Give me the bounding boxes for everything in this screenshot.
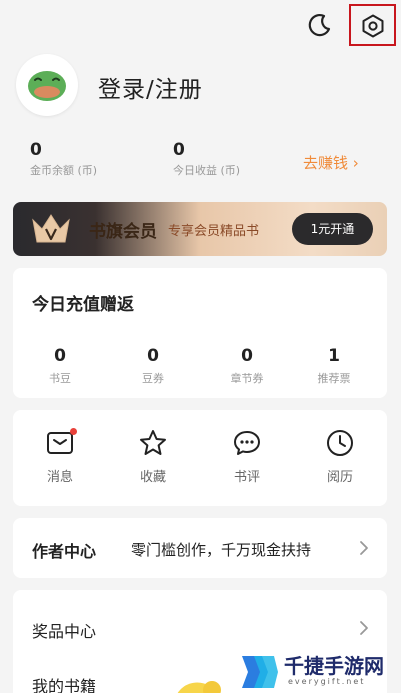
- recommend-tickets-item[interactable]: 1 推荐票: [304, 346, 364, 386]
- recharge-title: 今日充值赠返: [32, 295, 134, 315]
- bean-coupons-label: 豆券: [142, 372, 164, 385]
- comment-icon: [234, 431, 260, 455]
- book-reviews-button[interactable]: 书评: [217, 428, 277, 485]
- crown-icon: [31, 212, 71, 250]
- vip-subtitle: 专享会员精品书: [168, 224, 260, 239]
- author-center-title: 作者中心: [32, 542, 97, 561]
- favorites-button[interactable]: 收藏: [123, 428, 183, 485]
- my-books-item[interactable]: 我的书籍: [32, 673, 96, 693]
- chapter-coupons-item[interactable]: 0 章节券: [217, 346, 277, 386]
- coin-balance-label: 金币余额 (币): [30, 164, 98, 177]
- avatar[interactable]: [16, 54, 78, 116]
- reading-history-label: 阅历: [326, 470, 353, 485]
- vip-banner[interactable]: 书旗会员 专享会员精品书 1元开通: [13, 202, 387, 256]
- login-register-link[interactable]: 登录/注册: [98, 70, 203, 104]
- book-beans-item[interactable]: 0 书豆: [30, 346, 90, 386]
- favorites-label: 收藏: [139, 470, 166, 485]
- recommend-tickets-label: 推荐票: [317, 372, 351, 385]
- coin-balance[interactable]: 0 金币余额 (币): [30, 140, 97, 178]
- notification-dot: [70, 428, 77, 435]
- messages-button[interactable]: 消息: [30, 428, 90, 485]
- prize-center-item[interactable]: 奖品中心: [32, 618, 96, 642]
- reading-history-button[interactable]: 阅历: [310, 428, 370, 485]
- settings-icon: [362, 14, 384, 38]
- bean-coupons-value: 0: [147, 346, 159, 366]
- author-center-desc: 零门槛创作，千万现金扶持: [131, 541, 312, 559]
- vip-open-button[interactable]: 1元开通: [292, 213, 373, 245]
- chapter-coupons-label: 章节券: [230, 372, 264, 385]
- messages-label: 消息: [46, 470, 73, 485]
- recharge-bonus-card: 今日充值赠返 0 书豆 0 豆券 0 章节券 1 推荐票: [13, 268, 387, 398]
- decorative-illustration: [168, 672, 228, 693]
- vip-title: 书旗会员: [89, 222, 157, 242]
- quick-actions-card: 消息 收藏 书评 阅历: [13, 410, 387, 506]
- star-icon: [140, 430, 166, 455]
- watermark-url: everygift.net: [288, 677, 366, 686]
- top-bar: [0, 0, 401, 50]
- earn-money-link[interactable]: 去赚钱 ›: [303, 152, 359, 173]
- book-beans-label: 书豆: [49, 372, 71, 385]
- today-earnings-value: 0: [173, 140, 185, 160]
- book-reviews-label: 书评: [233, 470, 260, 485]
- moon-icon[interactable]: [307, 12, 333, 38]
- chapter-coupons-value: 0: [241, 346, 253, 366]
- book-beans-value: 0: [54, 346, 66, 366]
- today-earnings-label: 今日收益 (币): [173, 164, 241, 177]
- balance-stats: 0 金币余额 (币) 0 今日收益 (币) 去赚钱 ›: [0, 140, 401, 184]
- chevron-right-icon: [360, 541, 368, 555]
- bean-coupons-item[interactable]: 0 豆券: [123, 346, 183, 386]
- clock-icon: [327, 430, 353, 456]
- profile-header: 登录/注册: [16, 54, 386, 118]
- watermark-title: 千捷手游网: [284, 654, 384, 678]
- settings-button[interactable]: [349, 4, 396, 46]
- recommend-tickets-value: 1: [328, 346, 340, 366]
- author-center-row[interactable]: 作者中心 零门槛创作，千万现金扶持: [13, 518, 387, 578]
- coin-balance-value: 0: [30, 140, 42, 160]
- watermark-logo-icon: [242, 656, 278, 688]
- today-earnings[interactable]: 0 今日收益 (币): [173, 140, 240, 178]
- chevron-right-icon: [360, 621, 368, 635]
- watermark: 千捷手游网 everygift.net: [238, 648, 401, 693]
